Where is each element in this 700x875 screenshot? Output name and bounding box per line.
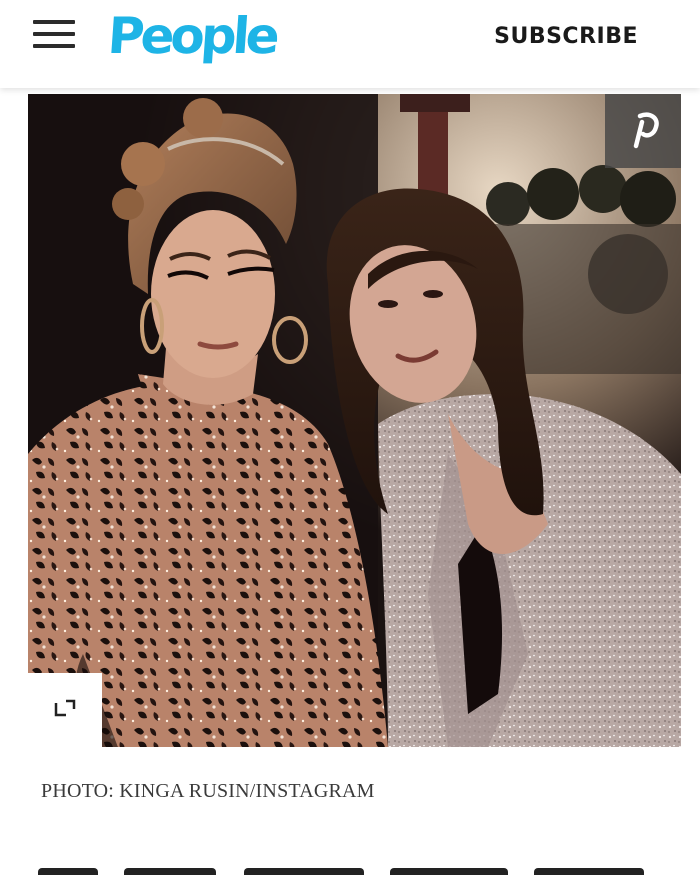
photo-credit: PHOTO: KINGA RUSIN/INSTAGRAM	[41, 780, 375, 802]
pinterest-button[interactable]	[605, 94, 681, 168]
people-logo[interactable]: People	[106, 6, 278, 66]
pinterest-icon	[633, 112, 659, 149]
expand-icon	[54, 699, 76, 717]
hamburger-icon[interactable]	[33, 20, 77, 50]
site-header: People SUBSCRIBE	[0, 0, 700, 88]
photo-illustration	[28, 94, 681, 747]
expand-button[interactable]	[28, 673, 102, 747]
article-photo	[28, 94, 681, 747]
article-text-cutoff	[38, 858, 668, 875]
subscribe-button[interactable]: SUBSCRIBE	[494, 24, 638, 49]
